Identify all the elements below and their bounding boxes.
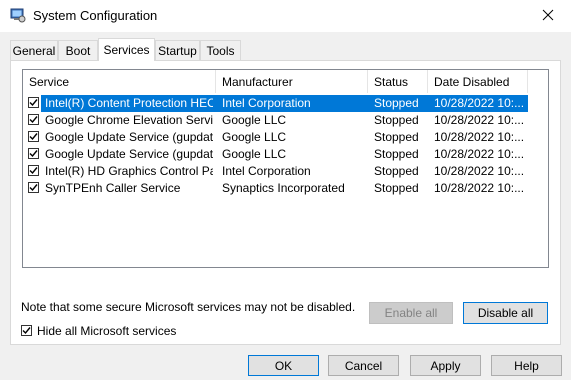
service-status: Stopped (374, 181, 419, 195)
hide-microsoft-services-checkbox[interactable] (21, 325, 32, 336)
services-panel: Service Manufacturer Status Date Disable… (10, 60, 561, 345)
service-date-disabled: 10/28/2022 10:... (434, 181, 524, 195)
list-header: Service Manufacturer Status Date Disable… (23, 70, 548, 93)
tab-tools[interactable]: Tools (200, 40, 241, 60)
service-manufacturer: Google LLC (222, 113, 287, 127)
service-date-disabled: 10/28/2022 10:... (434, 113, 524, 127)
column-header-status[interactable]: Status (368, 70, 428, 93)
services-list[interactable]: Service Manufacturer Status Date Disable… (22, 69, 549, 268)
list-item[interactable]: Google Update Service (gupdate) Google L… (23, 129, 528, 146)
service-date-disabled: 10/28/2022 10:... (434, 96, 524, 110)
service-status: Stopped (374, 164, 419, 178)
list-item[interactable]: Intel(R) Content Protection HEC... Intel… (23, 95, 528, 112)
service-name: SynTPEnh Caller Service (45, 181, 181, 195)
service-name: Google Update Service (gupdatem) (45, 147, 213, 161)
cancel-button[interactable]: Cancel (328, 355, 399, 376)
service-checkbox[interactable] (28, 182, 39, 193)
service-name: Intel(R) HD Graphics Control Pa... (45, 164, 213, 178)
close-button[interactable] (525, 0, 571, 32)
hide-microsoft-services-label: Hide all Microsoft services (37, 324, 177, 338)
service-date-disabled: 10/28/2022 10:... (434, 147, 524, 161)
tab-startup[interactable]: Startup (155, 40, 200, 60)
system-configuration-icon (10, 7, 26, 23)
list-item[interactable]: Intel(R) HD Graphics Control Pa... Intel… (23, 163, 528, 180)
list-item[interactable]: Google Chrome Elevation Servic... Google… (23, 112, 528, 129)
list-item[interactable]: SynTPEnh Caller Service Synaptics Incorp… (23, 180, 528, 197)
service-manufacturer: Synaptics Incorporated (222, 181, 345, 195)
service-status: Stopped (374, 147, 419, 161)
column-header-manufacturer[interactable]: Manufacturer (216, 70, 368, 93)
service-manufacturer: Intel Corporation (222, 164, 311, 178)
tab-general[interactable]: General (10, 40, 58, 60)
service-manufacturer: Google LLC (222, 130, 287, 144)
column-header-service[interactable]: Service (23, 70, 216, 93)
tab-boot[interactable]: Boot (58, 40, 98, 60)
tab-strip: General Boot Services Startup Tools (0, 38, 571, 61)
service-name: Intel(R) Content Protection HEC... (45, 96, 213, 110)
service-manufacturer: Intel Corporation (222, 96, 311, 110)
column-header-date-disabled[interactable]: Date Disabled (428, 70, 528, 93)
service-checkbox[interactable] (28, 97, 39, 108)
window-title: System Configuration (33, 8, 158, 23)
title-bar: System Configuration (0, 0, 571, 32)
service-name: Google Update Service (gupdate) (45, 130, 213, 144)
service-checkbox[interactable] (28, 131, 39, 142)
service-status: Stopped (374, 96, 419, 110)
enable-all-button[interactable]: Enable all (369, 302, 453, 324)
help-button[interactable]: Help (491, 355, 562, 376)
service-manufacturer: Google LLC (222, 147, 287, 161)
ok-button[interactable]: OK (248, 355, 319, 376)
service-status: Stopped (374, 113, 419, 127)
service-date-disabled: 10/28/2022 10:... (434, 130, 524, 144)
service-checkbox[interactable] (28, 114, 39, 125)
disable-all-button[interactable]: Disable all (463, 302, 548, 324)
service-name: Google Chrome Elevation Servic... (45, 113, 213, 127)
secure-services-note: Note that some secure Microsoft services… (21, 300, 356, 314)
service-status: Stopped (374, 130, 419, 144)
close-icon (542, 9, 554, 24)
apply-button[interactable]: Apply (410, 355, 481, 376)
service-date-disabled: 10/28/2022 10:... (434, 164, 524, 178)
service-checkbox[interactable] (28, 165, 39, 176)
tab-services[interactable]: Services (98, 38, 155, 61)
service-checkbox[interactable] (28, 148, 39, 159)
list-item[interactable]: Google Update Service (gupdatem) Google … (23, 146, 528, 163)
